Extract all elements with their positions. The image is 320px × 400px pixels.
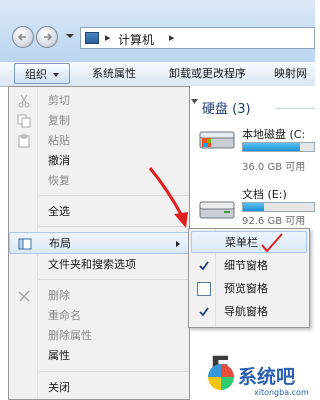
computer-icon bbox=[85, 32, 99, 44]
paste-icon bbox=[18, 134, 30, 148]
menu-item-properties[interactable]: 属性 bbox=[9, 345, 189, 367]
menu-item-label: 属性 bbox=[48, 349, 70, 362]
back-arrow-icon bbox=[17, 33, 26, 41]
breadcrumb-chevron-icon[interactable]: ▸ bbox=[169, 31, 175, 44]
menu-item-label: 撤消 bbox=[48, 154, 70, 167]
menu-item-label: 粘贴 bbox=[48, 134, 70, 147]
breadcrumb-computer[interactable]: 计算机 bbox=[118, 31, 154, 48]
submenu-arrow-icon bbox=[176, 241, 180, 247]
organize-label: 组织 bbox=[25, 68, 47, 81]
menu-item-label: 恢复 bbox=[48, 174, 70, 187]
menu-item-select-all[interactable]: 全选 bbox=[9, 201, 189, 223]
layout-icon bbox=[18, 238, 32, 250]
menu-item-paste[interactable]: 粘贴 bbox=[9, 130, 189, 152]
section-divider bbox=[275, 108, 315, 109]
breadcrumb-chevron-icon[interactable]: ▸ bbox=[105, 31, 111, 44]
map-network-drive-button[interactable]: 映射网 bbox=[268, 62, 313, 86]
preview-pane-icon bbox=[197, 282, 211, 296]
section-title: 硬盘 (3) bbox=[202, 102, 251, 117]
menu-item-label: 删除 bbox=[48, 289, 70, 302]
submenu-item-preview-pane[interactable]: 预览窗格 bbox=[191, 278, 307, 300]
menu-item-label: 全选 bbox=[48, 205, 70, 218]
windows-drive-icon bbox=[199, 131, 235, 149]
submenu-item-label: 菜单栏 bbox=[225, 236, 258, 249]
menu-item-undo[interactable]: 撤消 bbox=[9, 150, 189, 172]
drive-c-usage-bar bbox=[242, 142, 315, 152]
submenu-item-details-pane[interactable]: 细节窗格 bbox=[191, 255, 307, 277]
organize-button[interactable]: 组织 bbox=[14, 63, 70, 84]
menu-item-label: 关闭 bbox=[48, 381, 70, 394]
submenu-item-menu-bar[interactable]: 菜单栏 bbox=[191, 231, 307, 253]
menu-separator bbox=[39, 195, 189, 196]
delete-x-icon bbox=[18, 290, 30, 302]
back-button[interactable] bbox=[12, 26, 34, 48]
drive-c-free-space: 36.0 GB 可用 bbox=[242, 162, 306, 173]
watermark-name: 系统吧 bbox=[238, 366, 296, 388]
menu-separator bbox=[39, 371, 189, 372]
drive-c-usage-fill bbox=[243, 143, 300, 151]
menu-item-remove-properties[interactable]: 删除属性 bbox=[9, 325, 189, 347]
drive-e-usage-bar bbox=[242, 202, 315, 212]
menu-item-label: 复制 bbox=[48, 114, 70, 127]
menu-item-copy[interactable]: 复制 bbox=[9, 110, 189, 132]
menu-item-layout[interactable]: 布局 bbox=[9, 232, 189, 254]
menu-item-label: 删除属性 bbox=[48, 329, 92, 342]
menu-item-folder-options[interactable]: 文件夹和搜索选项 bbox=[9, 254, 189, 276]
submenu-item-label: 导航窗格 bbox=[224, 305, 268, 318]
drive-e-usage-fill bbox=[243, 203, 265, 211]
chevron-down-icon bbox=[53, 73, 59, 77]
copy-icon bbox=[17, 114, 31, 128]
organize-menu: 剪切 复制 粘贴 撤消 恢复 全选 布局 文件夹和搜索选项 删除 重命名 删除属… bbox=[8, 86, 190, 400]
menu-separator bbox=[39, 226, 189, 227]
drive-e-name[interactable]: 文档 (E:) bbox=[242, 186, 287, 202]
title-bar: ▸ 计算机 ▸ bbox=[0, 0, 315, 62]
command-bar: 组织 系统属性 卸载或更改程序 映射网 bbox=[0, 62, 315, 87]
recent-pages-dropdown[interactable] bbox=[66, 34, 74, 38]
collapse-arrow-icon[interactable] bbox=[190, 96, 200, 106]
submenu-item-navigation-pane[interactable]: 导航窗格 bbox=[191, 301, 307, 323]
checkmark-icon bbox=[199, 261, 209, 271]
menu-item-label: 剪切 bbox=[48, 94, 70, 107]
drive-e-free-space: 92.6 GB 可用 bbox=[242, 216, 306, 227]
system-properties-button[interactable]: 系统属性 bbox=[86, 62, 142, 86]
menu-item-redo[interactable]: 恢复 bbox=[9, 170, 189, 192]
scissors-icon bbox=[18, 94, 30, 108]
layout-submenu: 菜单栏 细节窗格 预览窗格 导航窗格 bbox=[188, 228, 310, 328]
menu-item-cut[interactable]: 剪切 bbox=[9, 90, 189, 112]
drive-c-name[interactable]: 本地磁盘 (C: bbox=[242, 126, 305, 142]
menu-item-label: 布局 bbox=[49, 237, 71, 250]
watermark-logo-icon bbox=[208, 364, 234, 390]
forward-arrow-icon bbox=[44, 33, 53, 41]
submenu-item-label: 细节窗格 bbox=[224, 259, 268, 272]
forward-button[interactable] bbox=[36, 26, 58, 48]
address-bar[interactable]: ▸ 计算机 ▸ bbox=[80, 27, 315, 49]
drive-icon bbox=[199, 201, 235, 219]
menu-item-label: 文件夹和搜索选项 bbox=[48, 258, 136, 271]
menu-item-delete[interactable]: 删除 bbox=[9, 285, 189, 307]
watermark: 系统吧 xitongba.com bbox=[208, 362, 315, 400]
checkmark-icon bbox=[199, 307, 209, 317]
submenu-item-label: 预览窗格 bbox=[224, 282, 268, 295]
menu-item-rename[interactable]: 重命名 bbox=[9, 305, 189, 327]
menu-item-label: 重命名 bbox=[48, 309, 81, 322]
watermark-url: xitongba.com bbox=[254, 388, 309, 397]
menu-item-close[interactable]: 关闭 bbox=[9, 377, 189, 399]
menu-separator bbox=[39, 279, 189, 280]
uninstall-program-button[interactable]: 卸载或更改程序 bbox=[163, 62, 252, 86]
